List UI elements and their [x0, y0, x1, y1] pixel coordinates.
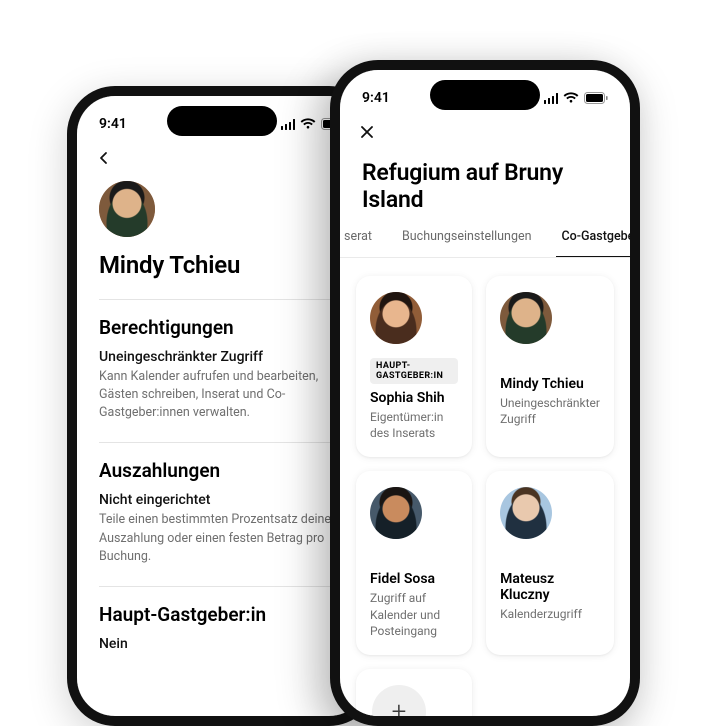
permissions-value: Uneingeschränkter Zugriff: [99, 349, 345, 365]
primary-host-badge: HAUPT-GASTGEBER:IN: [370, 358, 458, 384]
profile-name: Mindy Tchieu: [99, 251, 345, 279]
close-button[interactable]: [360, 125, 374, 143]
cohost-card[interactable]: HAUPT-GASTGEBER:IN Sophia Shih Eigentüme…: [356, 276, 472, 457]
divider: [99, 299, 345, 300]
cohost-role: Uneingeschränkter Zugriff: [500, 395, 600, 427]
divider: [99, 442, 345, 443]
cohost-card[interactable]: Fidel Sosa Zugriff auf Kalender und Post…: [356, 471, 472, 655]
cohost-role: Zugriff auf Kalender und Posteingang: [370, 590, 458, 639]
wifi-icon: [300, 118, 316, 130]
listing-title: Refugium auf Bruny Island: [340, 149, 630, 229]
section-heading-primary-host: Haupt-Gastgeber:in: [99, 603, 345, 626]
cohost-name: Mateusz Kluczny: [500, 571, 600, 603]
tab-listing[interactable]: serat: [340, 229, 378, 257]
tab-bar: serat Buchungseinstellungen Co-Gastgeber…: [340, 229, 630, 258]
cohost-role: Eigentümer:in des Inserats: [370, 409, 458, 441]
primary-host-value: Nein: [99, 636, 345, 652]
section-heading-permissions: Berechtigungen: [99, 316, 345, 339]
tab-booking-settings[interactable]: Buchungseinstellungen: [396, 229, 538, 257]
cohost-name: Fidel Sosa: [370, 571, 458, 587]
cellular-signal-icon: [544, 93, 559, 104]
cellular-signal-icon: [281, 119, 296, 130]
cohost-avatar: [370, 487, 422, 539]
dynamic-island: [430, 80, 540, 110]
phone-listing-view: 9:41 Refugium auf Bruny Island serat Buc…: [330, 60, 640, 726]
payouts-value: Nicht eingerichtet: [99, 492, 345, 508]
cohost-card[interactable]: Mindy Tchieu Uneingeschränkter Zugriff: [486, 276, 614, 457]
cohost-card[interactable]: Mateusz Kluczny Kalenderzugriff: [486, 471, 614, 655]
tab-cohosts[interactable]: Co-Gastgeber:innen: [556, 229, 630, 258]
add-cohost-card[interactable]: +: [356, 669, 472, 726]
cohost-name: Mindy Tchieu: [500, 376, 600, 392]
cohost-role: Kalenderzugriff: [500, 606, 600, 622]
divider: [99, 586, 345, 587]
cohost-avatar: [500, 292, 552, 344]
dynamic-island: [167, 106, 277, 136]
battery-icon: [584, 92, 608, 104]
wifi-icon: [563, 92, 579, 104]
status-time: 9:41: [362, 90, 390, 106]
permissions-description: Kann Kalender aufrufen und bearbeiten, G…: [99, 368, 345, 422]
profile-avatar: [99, 181, 155, 237]
status-time: 9:41: [99, 116, 127, 132]
cohost-grid: HAUPT-GASTGEBER:IN Sophia Shih Eigentüme…: [340, 258, 630, 726]
payouts-description: Teile einen bestimmten Prozentsatz deine…: [99, 511, 345, 565]
section-heading-payouts: Auszahlungen: [99, 459, 345, 482]
cohost-name: Sophia Shih: [370, 390, 458, 406]
cohost-avatar: [370, 292, 422, 344]
cohost-avatar: [500, 487, 552, 539]
back-button[interactable]: [97, 151, 111, 169]
